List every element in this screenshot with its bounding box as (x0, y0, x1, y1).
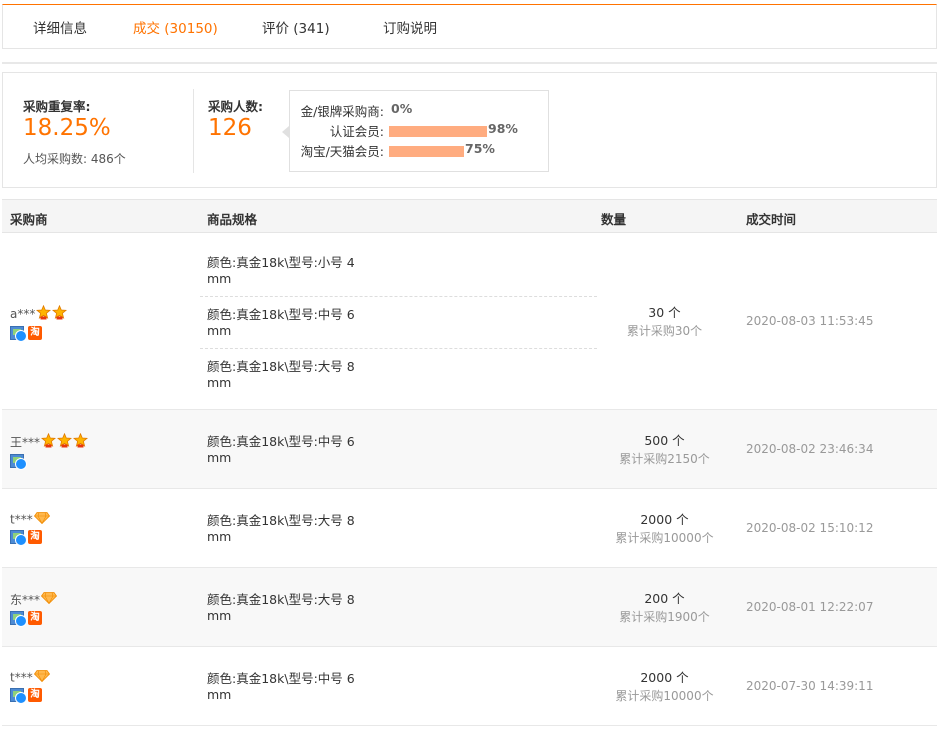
taobao-icon: 淘 (28, 687, 42, 702)
spec-item: 颜色:真金18k\型号:大号 8mm (207, 591, 355, 623)
member-icon (10, 610, 27, 627)
buyer-distribution-box: 金/银牌采购商: 0% 认证会员: 98% 淘宝/天猫会员: 75% (289, 90, 549, 172)
buyer-cell: a*** 淘 (10, 304, 68, 342)
quantity-cell: 30 个累计采购30个 (602, 304, 727, 340)
spec-item: 颜色:真金18k\型号:中号 6mm (207, 670, 355, 702)
crown-medal-icon (72, 432, 89, 451)
member-icon (10, 453, 27, 470)
quantity-cell: 500 个累计采购2150个 (602, 432, 727, 468)
transaction-time: 2020-08-03 11:53:45 (746, 313, 874, 328)
table-row: a*** 淘 颜色:真金18k\型号:小号 4mm 颜色:真金18k\型号:中号 6m… (2, 233, 937, 410)
taobao-icon: 淘 (28, 529, 42, 544)
spec-cell: 颜色:真金18k\型号:大号 8mm (207, 513, 597, 545)
cumulative-quantity: 累计采购10000个 (615, 530, 714, 545)
cumulative-quantity: 累计采购10000个 (615, 688, 714, 703)
repeat-rate-value: 18.25% (23, 115, 111, 141)
table-header: 采购商 商品规格 数量 成交时间 (2, 199, 937, 233)
tab-transactions[interactable]: 成交 (30150) (133, 17, 218, 37)
transaction-time: 2020-08-02 23:46:34 (746, 441, 874, 456)
spec-cell: 颜色:真金18k\型号:小号 4mm 颜色:真金18k\型号:中号 6mm 颜色:真… (200, 255, 597, 391)
buyers-count-value: 126 (208, 115, 252, 141)
transaction-time: 2020-07-30 14:39:11 (746, 678, 874, 693)
spec-item: 颜色:真金18k\型号:中号 6mm (200, 296, 597, 348)
dist-bar (389, 126, 487, 137)
quantity: 2000 个 (640, 511, 689, 527)
spec-item: 颜色:真金18k\型号:小号 4mm (207, 255, 355, 286)
stats-divider (193, 89, 194, 173)
taobao-icon: 淘 (28, 610, 42, 625)
taobao-icon: 淘 (28, 325, 42, 340)
cumulative-quantity: 累计采购2150个 (619, 451, 710, 466)
diamond-medal-icon (33, 669, 50, 685)
crown-medal-icon (56, 432, 73, 451)
dist-row-gold-silver: 金/银牌采购商: 0% (290, 101, 548, 119)
crown-medal-icon (52, 304, 68, 323)
table-row: 东*** 淘 颜色:真金18k\型号:大号 8mm 200 个累计采购1900个 202… (2, 568, 937, 647)
buyer-cell: 东*** 淘 (10, 591, 58, 627)
spec-item: 颜色:真金18k\型号:大号 8mm (207, 512, 355, 544)
buyer-name[interactable]: a*** (10, 307, 35, 321)
col-qty: 数量 (601, 212, 627, 227)
diamond-medal-icon (40, 591, 58, 607)
dist-row-certified: 认证会员: 98% (290, 121, 548, 139)
tab-reviews[interactable]: 评价 (341) (262, 17, 330, 37)
buyer-cell: 王*** (10, 432, 89, 470)
quantity: 500 个 (644, 432, 685, 448)
member-icon (10, 687, 27, 704)
repeat-rate-label: 采购重复率: (23, 99, 91, 114)
buyer-name[interactable]: 东*** (10, 593, 40, 607)
table-row: t*** 淘颜色:真金18k\型号:中号 6mm 2000 个累计采购10000个 2… (2, 647, 937, 726)
tab-order-notes[interactable]: 订购说明 (383, 17, 437, 37)
transaction-time: 2020-08-01 12:22:07 (746, 599, 874, 614)
buyer-name[interactable]: t*** (10, 670, 33, 684)
table-row: 王*** 颜色:真金18k\型号:中号 6mm 500 个累计采购2150个 2020… (2, 410, 937, 489)
tab-bar: 详细信息 成交 (30150) 评价 (341) 订购说明 (2, 4, 937, 49)
crown-medal-icon (36, 304, 52, 323)
dist-percent: 75% (465, 141, 495, 156)
quantity-cell: 200 个累计采购1900个 (602, 590, 727, 626)
callout-arrow (282, 126, 289, 138)
spec-item: 颜色:真金18k\型号:大号 8mm (200, 348, 597, 391)
diamond-medal-icon (33, 511, 50, 527)
dist-row-taobao: 淘宝/天猫会员: 75% (290, 141, 548, 159)
dist-bar (389, 146, 464, 157)
buyer-cell: t*** 淘 (10, 511, 50, 546)
crown-medal-icon (40, 432, 57, 451)
member-icon (10, 529, 27, 546)
purchase-stats-panel: 采购重复率: 18.25% 人均采购数: 486个 采购人数: 126 金/银牌… (2, 72, 937, 188)
member-icon (10, 325, 27, 342)
table-row: t*** 淘颜色:真金18k\型号:大号 8mm 2000 个累计采购10000个 2… (2, 489, 937, 568)
transaction-time: 2020-08-02 15:10:12 (746, 520, 874, 535)
col-time: 成交时间 (746, 212, 797, 227)
dist-label: 淘宝/天猫会员: (300, 144, 384, 159)
divider (2, 62, 937, 64)
dist-percent: 98% (488, 121, 518, 136)
quantity-cell: 2000 个累计采购10000个 (602, 669, 727, 705)
dist-label: 认证会员: (329, 124, 384, 139)
quantity: 200 个 (644, 590, 685, 606)
buyers-count-label: 采购人数: (208, 99, 263, 114)
buyer-name[interactable]: 王*** (10, 435, 40, 449)
col-buyer: 采购商 (10, 212, 48, 227)
quantity: 30 个 (648, 304, 681, 320)
spec-cell: 颜色:真金18k\型号:中号 6mm (207, 671, 597, 703)
buyer-name[interactable]: t*** (10, 512, 33, 526)
dist-label: 金/银牌采购商: (300, 104, 384, 119)
cumulative-quantity: 累计采购1900个 (619, 609, 710, 624)
quantity-cell: 2000 个累计采购10000个 (602, 511, 727, 547)
cumulative-quantity: 累计采购30个 (626, 323, 703, 338)
col-spec: 商品规格 (207, 212, 258, 227)
spec-cell: 颜色:真金18k\型号:大号 8mm (207, 592, 597, 624)
tab-details[interactable]: 详细信息 (33, 17, 87, 37)
avg-purchase-count: 人均采购数: 486个 (23, 152, 126, 166)
spec-cell: 颜色:真金18k\型号:中号 6mm (207, 434, 597, 466)
buyer-cell: t*** 淘 (10, 669, 50, 704)
dist-percent: 0% (391, 101, 413, 116)
quantity: 2000 个 (640, 669, 689, 685)
spec-item: 颜色:真金18k\型号:中号 6mm (207, 433, 355, 465)
